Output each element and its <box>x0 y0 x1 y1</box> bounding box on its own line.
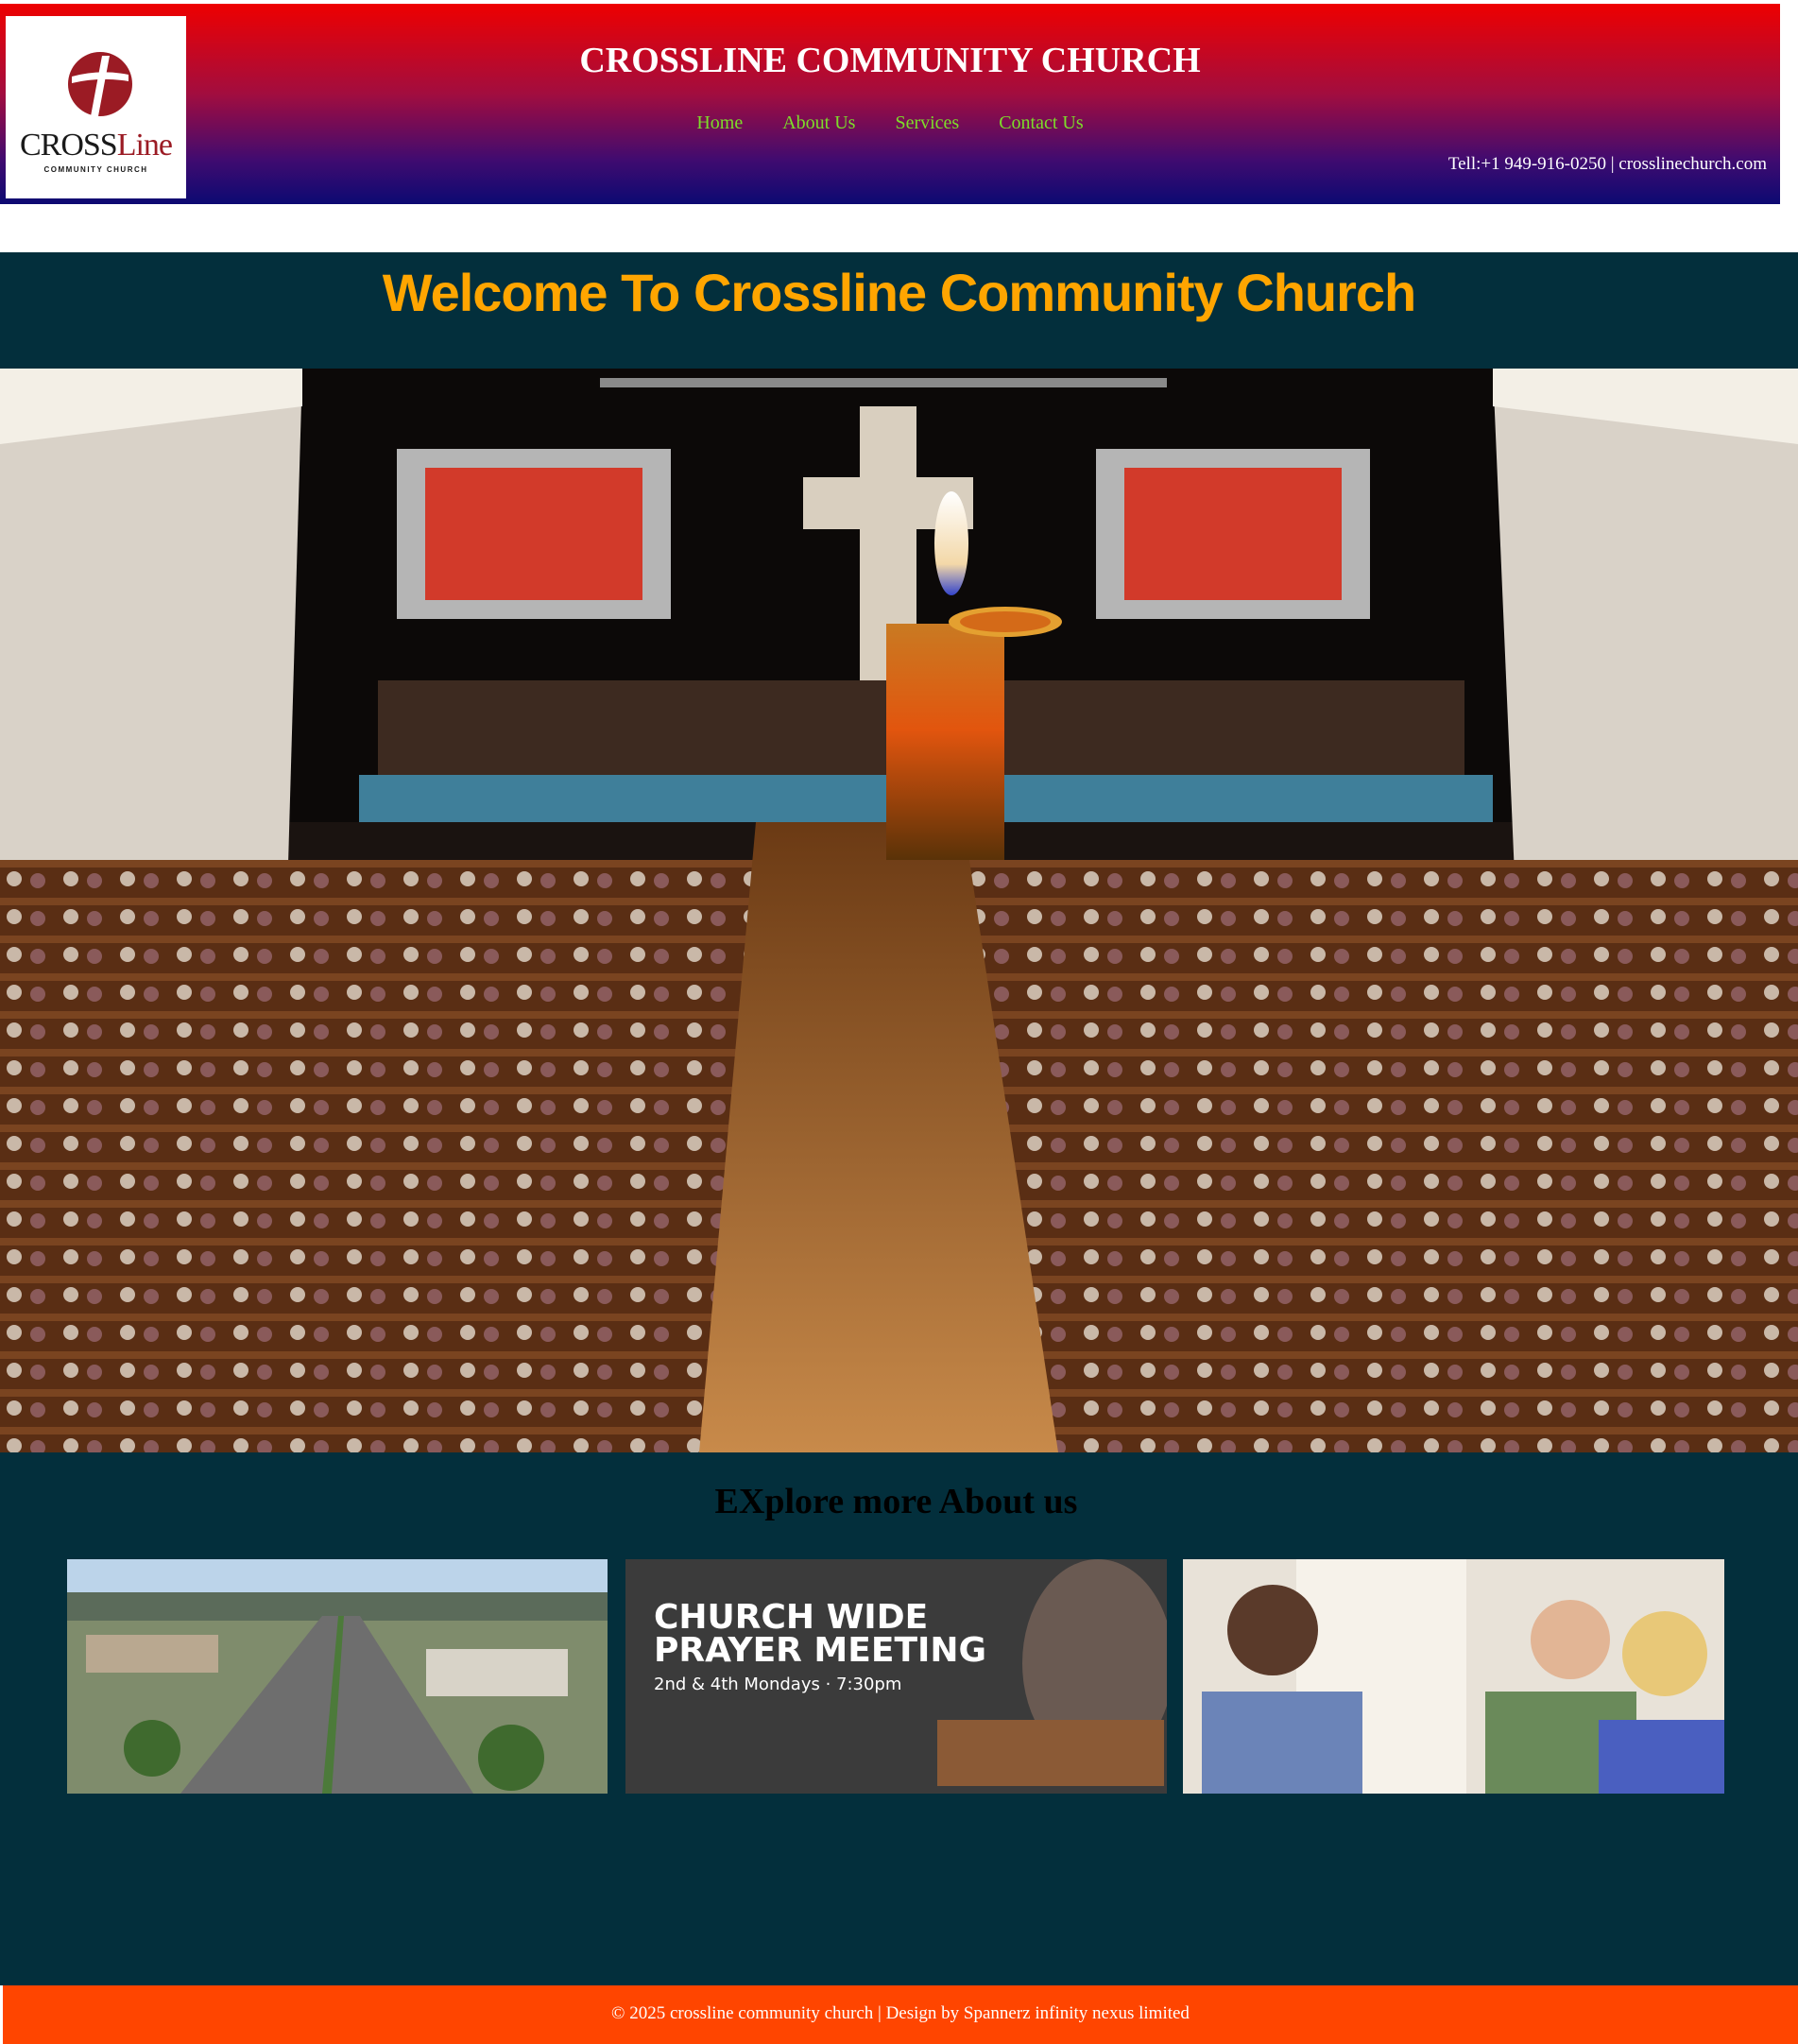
main-nav: Home About Us Services Contact Us <box>0 112 1780 134</box>
people-conversation-card[interactable] <box>1183 1559 1724 1794</box>
nav-home[interactable]: Home <box>696 112 743 134</box>
prayer-meeting-banner: CHURCH WIDE PRAYER MEETING 2nd & 4th Mon… <box>625 1559 1167 1794</box>
nav-about-us[interactable]: About Us <box>782 112 855 134</box>
logo-subtext: COMMUNITY CHURCH <box>43 165 148 174</box>
site-title: CROSSLINE COMMUNITY CHURCH <box>579 41 1201 80</box>
nav-services[interactable]: Services <box>895 112 959 134</box>
aerial-city-card[interactable] <box>67 1559 608 1794</box>
site-header: CROSSLine COMMUNITY CHURCH CROSSLINE COM… <box>0 4 1780 204</box>
site-footer: © 2025 crossline community church | Desi… <box>3 1985 1798 2044</box>
prayer-meeting-card[interactable]: CHURCH WIDE PRAYER MEETING 2nd & 4th Mon… <box>625 1559 1167 1794</box>
prayer-subtitle: 2nd & 4th Mondays · 7:30pm <box>654 1675 901 1694</box>
prayer-title-line2: PRAYER MEETING <box>654 1631 986 1670</box>
nav-contact-us[interactable]: Contact Us <box>999 112 1083 134</box>
explore-heading: EXplore more About us <box>714 1482 1078 1521</box>
footer-credit: © 2025 crossline community church | Desi… <box>611 2003 1190 2023</box>
people-conversation-photo <box>1183 1559 1724 1794</box>
hero-sanctuary-image <box>0 369 1798 1452</box>
main-content: Welcome To Crossline Community Church EX… <box>0 252 1798 1985</box>
aerial-city-photo <box>67 1559 608 1794</box>
welcome-heading: Welcome To Crossline Community Church <box>382 263 1417 322</box>
contact-info: Tell:+1 949-916-0250 | crosslinechurch.c… <box>1447 154 1767 174</box>
